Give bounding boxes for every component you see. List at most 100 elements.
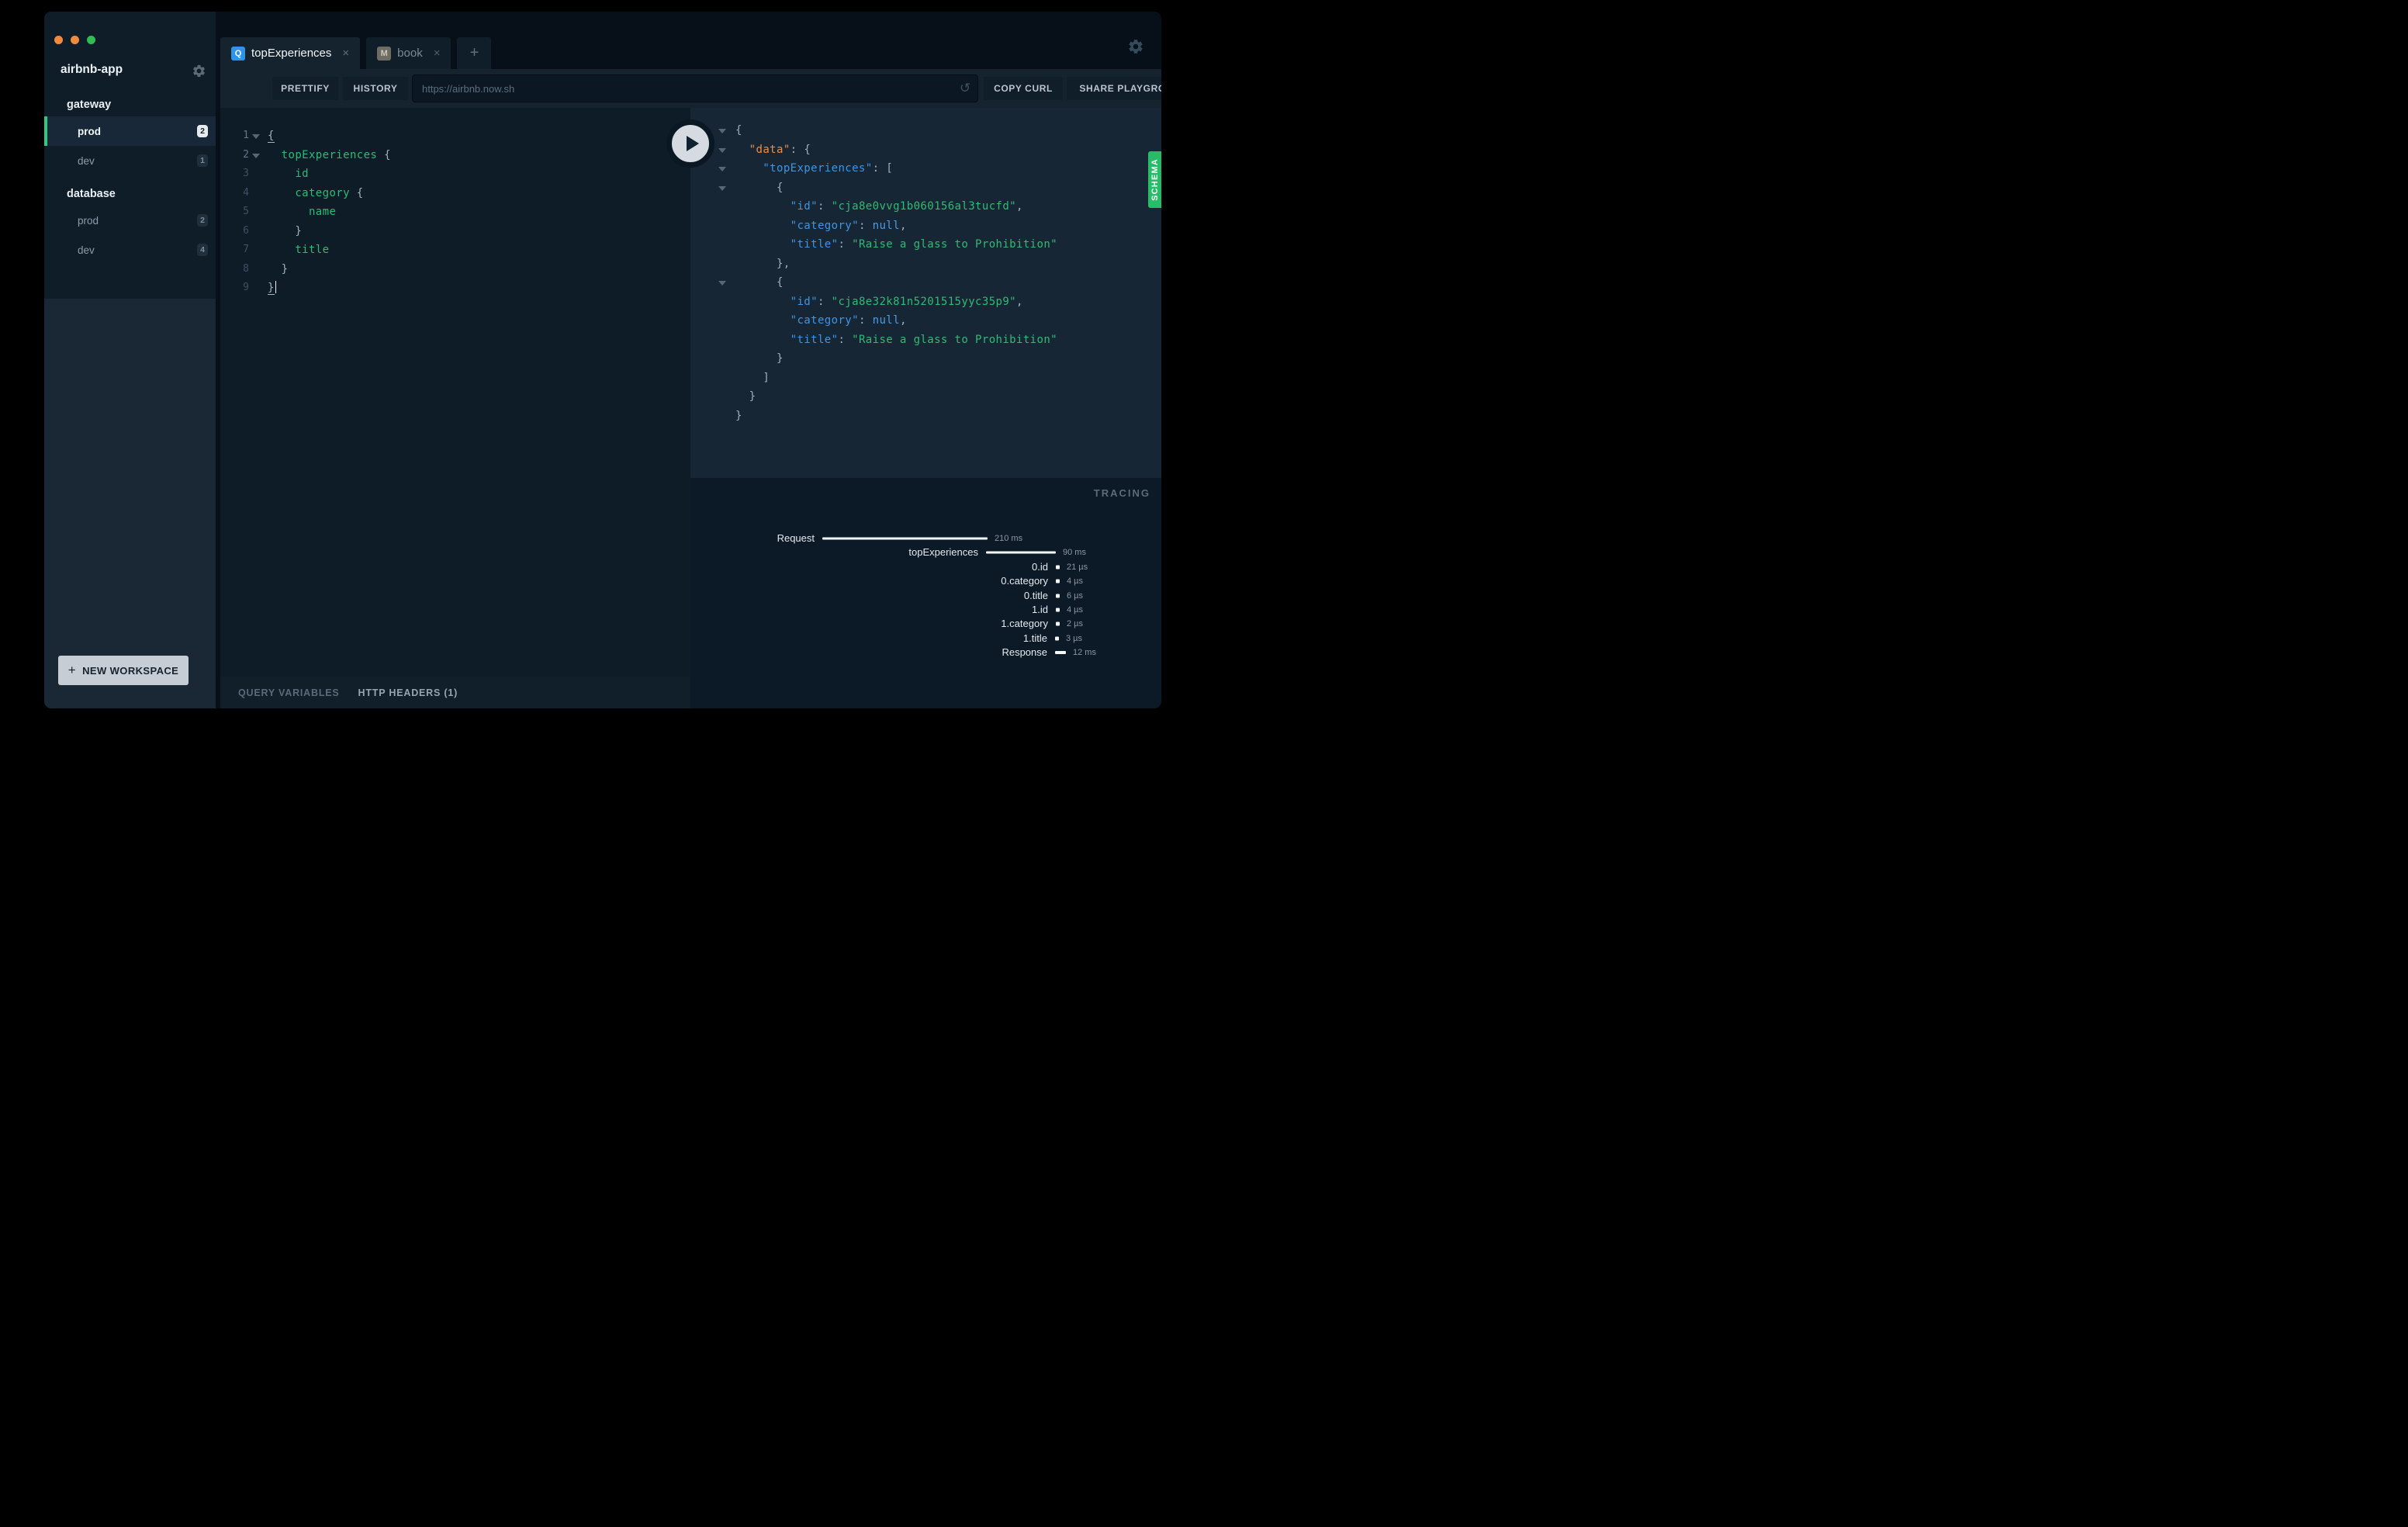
fold-arrow-icon[interactable] <box>718 186 726 191</box>
code-token: } <box>268 225 302 237</box>
fold-arrow-icon[interactable] <box>252 134 260 139</box>
code-line: { <box>690 178 1161 198</box>
code-token <box>735 334 791 346</box>
code-token: { <box>350 187 364 199</box>
close-tab-icon[interactable]: × <box>434 47 441 60</box>
code-line: 9} <box>220 279 690 298</box>
code-line: }, <box>690 254 1161 274</box>
code-token: "cja8e0vvg1b060156al3tucfd" <box>832 200 1016 213</box>
code-line: 3 id <box>220 164 690 184</box>
code-token: "category" <box>791 314 859 327</box>
text-cursor <box>275 281 277 293</box>
operation-type-badge: M <box>377 47 391 61</box>
code-token: ] <box>735 372 770 384</box>
new-workspace-label: NEW WORKSPACE <box>82 665 178 677</box>
play-icon <box>687 136 699 151</box>
line-number: 4 <box>220 184 249 203</box>
execute-query-button[interactable] <box>666 119 714 168</box>
code-token: : { <box>791 144 811 156</box>
fold-arrow-icon[interactable] <box>718 129 726 133</box>
line-number: 7 <box>220 241 249 260</box>
code-token: title <box>268 244 329 256</box>
fold-arrow-icon[interactable] <box>718 148 726 153</box>
code-line: 7 title <box>220 241 690 260</box>
query-variables-toggle[interactable]: QUERY VARIABLES <box>238 687 340 698</box>
code-token: category <box>268 187 350 199</box>
code-token <box>735 296 791 308</box>
code-token: : [ <box>873 162 894 175</box>
tab-topExperiences[interactable]: QtopExperiences × <box>220 37 360 69</box>
query-code: 1{2 topExperiences {3 id4 category {5 na… <box>220 108 690 298</box>
fold-arrow-icon[interactable] <box>718 167 726 171</box>
tracing-duration-bar <box>1055 651 1066 654</box>
share-playground-button[interactable]: SHARE PLAYGROUND <box>1067 77 1161 100</box>
code-token <box>735 314 791 327</box>
tracing-row-time: 4 µs <box>1067 574 1083 588</box>
history-button[interactable]: HISTORY <box>343 77 408 100</box>
code-token: "Raise a glass to Prohibition" <box>852 238 1057 251</box>
tracing-row-time: 6 µs <box>1067 589 1083 603</box>
window-control-minimize[interactable] <box>71 36 79 44</box>
tracing-duration-bar <box>1056 622 1060 626</box>
tracing-duration-bar <box>822 538 988 540</box>
tracing-duration-bar <box>1055 636 1059 640</box>
code-token: null <box>873 220 900 232</box>
workspace-settings-gear-icon[interactable] <box>192 64 206 78</box>
new-workspace-button[interactable]: + NEW WORKSPACE <box>58 656 189 685</box>
close-tab-icon[interactable]: × <box>342 47 349 60</box>
endpoint-url-input[interactable] <box>413 83 953 95</box>
tracing-row-time: 3 µs <box>1066 632 1082 646</box>
tab-book[interactable]: Mbook × <box>366 37 451 69</box>
new-tab-button[interactable]: + <box>457 37 491 69</box>
playground-settings-gear-icon[interactable] <box>1127 38 1144 55</box>
copy-curl-button[interactable]: COPY CURL <box>984 77 1063 100</box>
schema-side-tab[interactable]: SCHEMA <box>1148 151 1161 208</box>
tracing-toggle[interactable]: TRACING <box>1094 487 1150 499</box>
line-number: 1 <box>220 126 249 146</box>
tracing-row-time: 90 ms <box>1063 545 1086 559</box>
window-control-close[interactable] <box>54 36 63 44</box>
tracing-row: Response12 ms <box>690 646 1161 660</box>
tracing-row-time: 4 µs <box>1067 603 1083 617</box>
tracing-duration-bar <box>1056 565 1060 569</box>
code-line: 8 } <box>220 260 690 279</box>
tracing-row: 1.category2 µs <box>690 617 1161 631</box>
tracing-duration-bar <box>1056 580 1060 583</box>
tab-label: topExperiences <box>251 47 331 60</box>
tracing-row-label: 0.title <box>1024 589 1048 603</box>
tracing-row: 0.category4 µs <box>690 574 1161 588</box>
workspace-project-list: gatewayprod2dev1databaseprod2dev4 <box>44 93 216 265</box>
code-token: : <box>859 314 873 327</box>
tracing-row: 1.title3 µs <box>690 632 1161 646</box>
sidebar-item-gateway-prod[interactable]: prod2 <box>44 116 216 146</box>
schema-tab-label: SCHEMA <box>1150 158 1160 201</box>
tracing-row-time: 12 ms <box>1073 646 1096 660</box>
code-line: ] <box>690 369 1161 388</box>
tracing-row-label: 1.id <box>1032 603 1048 617</box>
code-token: }, <box>735 258 791 270</box>
fold-arrow-icon[interactable] <box>718 281 726 286</box>
fold-arrow-icon[interactable] <box>252 154 260 158</box>
prettify-button[interactable]: PRETTIFY <box>272 77 338 100</box>
window-controls <box>54 36 95 44</box>
sidebar-item-database-prod[interactable]: prod2 <box>44 206 216 235</box>
reload-schema-icon[interactable]: ↺ <box>953 81 977 96</box>
sidebar-item-label: prod <box>78 126 101 137</box>
sidebar-item-database-dev[interactable]: dev4 <box>44 235 216 265</box>
code-line: 2 topExperiences { <box>220 146 690 165</box>
sidebar-section: databaseprod2dev4 <box>44 182 216 265</box>
window-control-zoom[interactable] <box>87 36 95 44</box>
sidebar-lower-panel: + NEW WORKSPACE <box>44 299 216 708</box>
sidebar-section: gatewayprod2dev1 <box>44 93 216 175</box>
operation-type-badge: Q <box>231 47 245 61</box>
code-token: null <box>873 314 900 327</box>
code-line: "category": null, <box>690 311 1161 331</box>
code-token: { <box>268 130 275 143</box>
session-count-badge: 1 <box>197 154 208 167</box>
sidebar-item-gateway-dev[interactable]: dev1 <box>44 146 216 175</box>
tracing-row: 0.id21 µs <box>690 560 1161 574</box>
tracing-duration-bar <box>1056 608 1060 612</box>
tab-label: book <box>397 47 423 60</box>
http-headers-toggle[interactable]: HTTP HEADERS (1) <box>358 687 458 698</box>
query-editor[interactable]: 1{2 topExperiences {3 id4 category {5 na… <box>220 108 690 677</box>
